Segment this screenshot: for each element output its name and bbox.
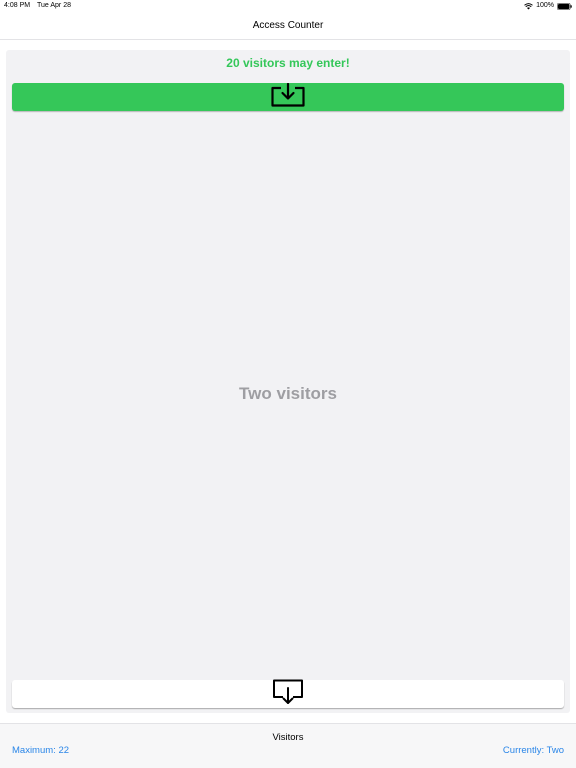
capacity-message: 20 visitors may enter!	[226, 56, 350, 70]
page-title: Access Counter	[252, 20, 324, 31]
battery-icon	[557, 2, 572, 10]
status-date: Tue Apr 28	[37, 2, 71, 9]
visitor-count-text: Two visitors	[239, 384, 337, 403]
status-right: 100%	[524, 0, 572, 12]
status-bar: 4:08 PM Tue Apr 28 100%	[0, 0, 576, 12]
enter-button[interactable]	[12, 82, 564, 112]
footer-bar: Visitors Maximum: 22 Currently: Two	[0, 723, 576, 768]
maximum-button[interactable]: Maximum: 22	[12, 745, 69, 756]
exit-button[interactable]	[12, 679, 564, 710]
battery-percent: 100%	[536, 2, 554, 9]
counter-panel: 20 visitors may enter! Two visitors	[6, 50, 570, 713]
status-time: 4:08 PM	[4, 2, 31, 9]
tray-arrow-out-icon	[272, 679, 304, 710]
currently-button[interactable]: Currently: Two	[503, 745, 564, 756]
navigation-bar: Access Counter	[0, 12, 576, 40]
wifi-icon	[524, 2, 533, 10]
footer-title: Visitors	[272, 732, 304, 743]
tray-arrow-down-icon	[270, 82, 306, 112]
